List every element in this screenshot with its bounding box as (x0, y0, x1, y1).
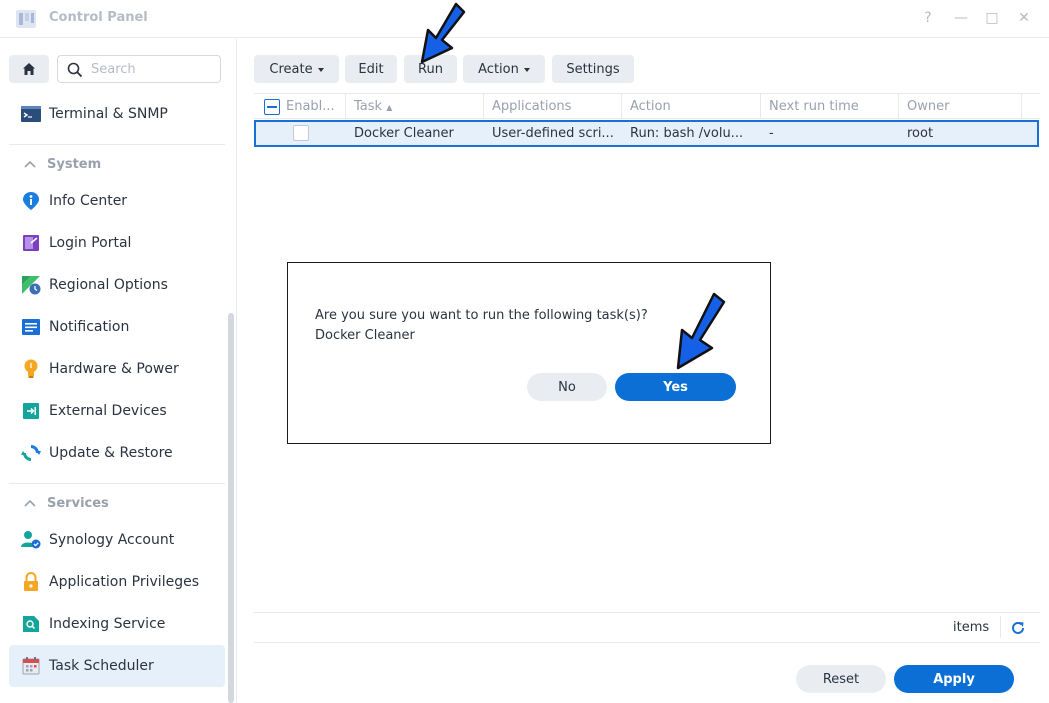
title-bar: Control Panel ? — □ ✕ (0, 0, 1049, 38)
no-button[interactable]: No (527, 373, 607, 401)
sidebar-item-login-portal[interactable]: Login Portal (9, 222, 225, 264)
settings-button[interactable]: Settings (552, 55, 634, 83)
column-task-label: Task (354, 99, 383, 114)
next-run-cell: - (769, 126, 774, 141)
action-cell: Run: bash /volu... (630, 126, 744, 141)
table-row[interactable]: Docker Cleaner User-defined scri... Run:… (254, 120, 1039, 147)
pointer-arrow-icon (676, 292, 726, 370)
sidebar-item-task-scheduler[interactable]: Task Scheduler (9, 645, 225, 687)
create-label: Create (269, 61, 313, 77)
section-services[interactable]: Services (9, 483, 225, 523)
sidebar-item-info-center[interactable]: Info Center (9, 180, 225, 222)
chevron-up-icon (24, 160, 36, 168)
reset-button[interactable]: Reset (796, 665, 886, 693)
help-button[interactable]: ? (918, 8, 938, 28)
caret-down-icon (523, 67, 530, 72)
sidebar-item-synology-account[interactable]: Synology Account (9, 519, 225, 561)
sidebar-item-label: Regional Options (49, 277, 168, 293)
column-task[interactable]: Task ▲ (346, 94, 484, 119)
notification-icon (21, 317, 41, 337)
sidebar-item-label: Terminal & SNMP (49, 106, 168, 122)
column-applications[interactable]: Applications (484, 94, 622, 119)
control-panel-icon (14, 7, 38, 31)
sidebar-item-label: External Devices (49, 403, 167, 419)
enabled-checkbox[interactable] (293, 125, 309, 141)
apply-button[interactable]: Apply (894, 665, 1014, 693)
refresh-icon[interactable] (1010, 620, 1026, 636)
section-label: Services (47, 496, 109, 511)
home-icon (23, 63, 35, 75)
minimize-button[interactable]: — (951, 8, 971, 28)
lock-icon (21, 572, 41, 592)
sidebar-item-label: Update & Restore (49, 445, 173, 461)
user-account-icon (21, 530, 41, 550)
sort-asc-icon: ▲ (386, 103, 393, 112)
dialog-task-name: Docker Cleaner (315, 328, 415, 343)
pointer-arrow-icon (420, 2, 466, 64)
applications-cell: User-defined scri... (492, 126, 614, 141)
regional-options-icon (21, 275, 41, 295)
dialog-message: Are you sure you want to run the followi… (315, 308, 648, 323)
action-button[interactable]: Action (463, 55, 545, 83)
sidebar-item-label: Application Privileges (49, 574, 199, 590)
maximize-button[interactable]: □ (982, 8, 1002, 28)
sidebar-item-label: Notification (49, 319, 130, 335)
edit-button[interactable]: Edit (345, 55, 397, 83)
action-label: Action (478, 61, 519, 77)
column-next-run-time[interactable]: Next run time (761, 94, 899, 119)
sidebar-item-terminal-snmp[interactable]: Terminal & SNMP (9, 93, 225, 135)
sidebar-item-regional-options[interactable]: Regional Options (9, 264, 225, 306)
search-box[interactable] (57, 55, 221, 83)
sidebar-item-indexing-service[interactable]: Indexing Service (9, 603, 225, 645)
divider (1000, 616, 1001, 638)
update-restore-icon (21, 443, 41, 463)
sidebar-item-label: Synology Account (49, 532, 175, 548)
column-action[interactable]: Action (622, 94, 761, 119)
sidebar-item-external-devices[interactable]: External Devices (9, 390, 225, 432)
sidebar-item-update-restore[interactable]: Update & Restore (9, 432, 225, 474)
divider (254, 642, 1040, 643)
sidebar-item-application-privileges[interactable]: Application Privileges (9, 561, 225, 603)
external-devices-icon (21, 401, 41, 421)
sidebar-item-label: Task Scheduler (49, 658, 154, 674)
yes-button[interactable]: Yes (615, 373, 736, 401)
items-count: items (953, 620, 990, 635)
chevron-up-icon (24, 499, 36, 507)
column-enabled[interactable]: Enabl... (278, 94, 346, 119)
home-button[interactable] (9, 55, 49, 83)
calendar-icon (21, 656, 41, 676)
window-title: Control Panel (49, 10, 148, 25)
search-icon (67, 62, 83, 78)
owner-cell: root (907, 126, 934, 141)
sidebar-item-label: Indexing Service (49, 616, 166, 632)
indexing-icon (21, 614, 41, 634)
task-cell: Docker Cleaner (354, 126, 454, 141)
section-system[interactable]: System (9, 144, 225, 184)
grid-header: Enabl... Task ▲ Applications Action Next… (254, 93, 1040, 119)
search-input[interactable] (91, 59, 216, 79)
close-button[interactable]: ✕ (1014, 8, 1034, 28)
section-label: System (47, 157, 102, 172)
sidebar-item-notification[interactable]: Notification (9, 306, 225, 348)
lightbulb-icon (21, 359, 41, 379)
sidebar-item-label: Info Center (49, 193, 128, 209)
caret-down-icon (317, 67, 324, 72)
sidebar-scrollbar[interactable] (228, 313, 234, 703)
login-portal-icon (21, 233, 41, 253)
divider (254, 612, 1040, 613)
terminal-icon (21, 104, 41, 124)
sidebar: Terminal & SNMP System Info Center Login… (0, 39, 237, 703)
sidebar-item-label: Hardware & Power (49, 361, 179, 377)
info-icon (21, 191, 41, 211)
column-owner[interactable]: Owner (899, 94, 1022, 119)
create-button[interactable]: Create (254, 55, 339, 83)
sidebar-item-label: Login Portal (49, 235, 132, 251)
sidebar-item-hardware-power[interactable]: Hardware & Power (9, 348, 225, 390)
